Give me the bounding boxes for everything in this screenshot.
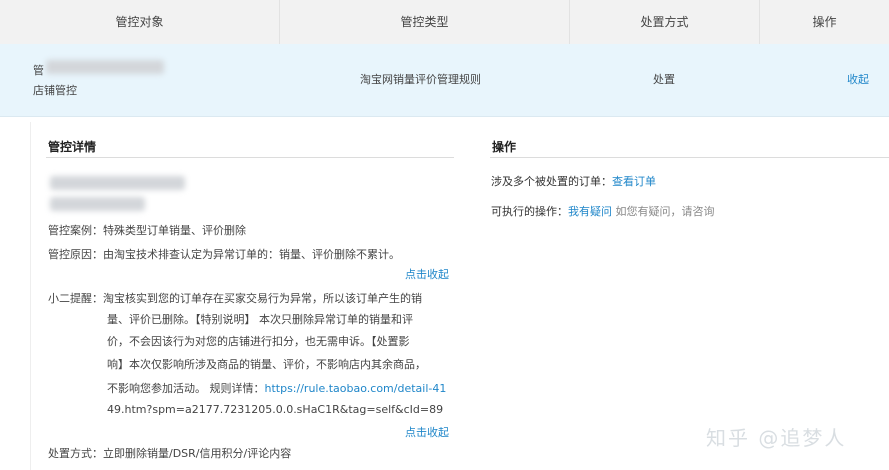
operations-title: 操作: [492, 140, 517, 154]
redacted-line-1: [50, 176, 185, 190]
header-control-type: 管控类型: [280, 0, 570, 44]
collapse-row-link[interactable]: 收起: [847, 71, 869, 87]
table-header: 管控对象 管控类型 处置方式 操作: [0, 0, 889, 45]
method-label: 处置方式：: [48, 447, 103, 460]
table-row: 管 店铺管控 淘宝网销量评价管理规则 处置 收起: [0, 44, 889, 117]
method-line: 处置方式：立即删除销量/DSR/信用积分/评论内容: [48, 445, 291, 461]
reminder-text-5: 不影响您参加活动。 规则详情：: [107, 382, 265, 395]
orders-label: 涉及多个被处置的订单：: [491, 175, 612, 188]
operations-divider: [490, 157, 889, 158]
redacted-object-name: [46, 60, 164, 74]
redacted-line-2: [50, 197, 145, 211]
control-object-prefix: 管: [33, 64, 44, 77]
reason-value: 由淘宝技术排查认定为异常订单的：销量、评价删除不累计。: [103, 248, 400, 261]
orders-line: 涉及多个被处置的订单：查看订单: [491, 173, 656, 189]
view-orders-link[interactable]: 查看订单: [612, 175, 656, 188]
reminder-text-4: 响】本次仅影响所涉及商品的销量、评价，不影响店内其余商品，: [107, 358, 426, 371]
details-divider: [46, 157, 454, 158]
control-object-shop: 店铺管控: [33, 84, 77, 97]
rule-detail-link[interactable]: https://rule.taobao.com/detail-41: [265, 382, 447, 395]
reason-line: 管控原因：由淘宝技术排查认定为异常订单的：销量、评价删除不累计。: [48, 246, 400, 262]
method-detail-value: 立即删除销量/DSR/信用积分/评论内容: [103, 447, 292, 460]
reminder-label: 小二提醒：: [48, 292, 103, 305]
exec-label: 可执行的操作：: [491, 205, 568, 218]
control-type-value: 淘宝网销量评价管理规则: [360, 73, 481, 86]
reminder-text-3: 价，不会因该行为对您的店铺进行扣分，也无需申诉。【处置影: [107, 335, 410, 348]
reminder-text-2: 量、评价已删除。【特别说明】 本次只删除异常订单的销量和评: [107, 313, 413, 326]
exec-hint: 如您有疑问，请咨询: [615, 205, 715, 218]
reason-label: 管控原因：: [48, 248, 103, 261]
exec-line: 可执行的操作：我有疑问 如您有疑问，请咨询: [491, 203, 715, 219]
header-control-object: 管控对象: [0, 0, 280, 44]
rule-detail-link-cont[interactable]: 49.htm?spm=a2177.7231205.0.0.sHaC1R&tag=…: [107, 403, 443, 416]
case-label: 管控案例：: [48, 224, 103, 237]
reminder-line-1: 小二提醒：淘宝核实到您的订单存在买家交易行为异常，所以该订单产生的销: [48, 290, 422, 306]
reminder-line-5: 不影响您参加活动。 规则详情：https://rule.taobao.com/d…: [107, 380, 446, 396]
case-value: 特殊类型订单销量、评价删除: [103, 224, 246, 237]
details-title: 管控详情: [48, 140, 97, 154]
case-line: 管控案例：特殊类型订单销量、评价删除: [48, 222, 246, 238]
watermark-text: 知乎 @追梦人: [706, 426, 847, 450]
question-link[interactable]: 我有疑问: [568, 205, 612, 218]
header-action: 操作: [812, 15, 837, 29]
header-method: 处置方式: [570, 0, 760, 44]
reminder-text-1: 淘宝核实到您的订单存在买家交易行为异常，所以该订单产生的销: [103, 292, 422, 305]
collapse-link-2[interactable]: 点击收起: [405, 424, 449, 440]
collapse-link-1[interactable]: 点击收起: [405, 266, 449, 282]
method-value: 处置: [653, 73, 675, 86]
